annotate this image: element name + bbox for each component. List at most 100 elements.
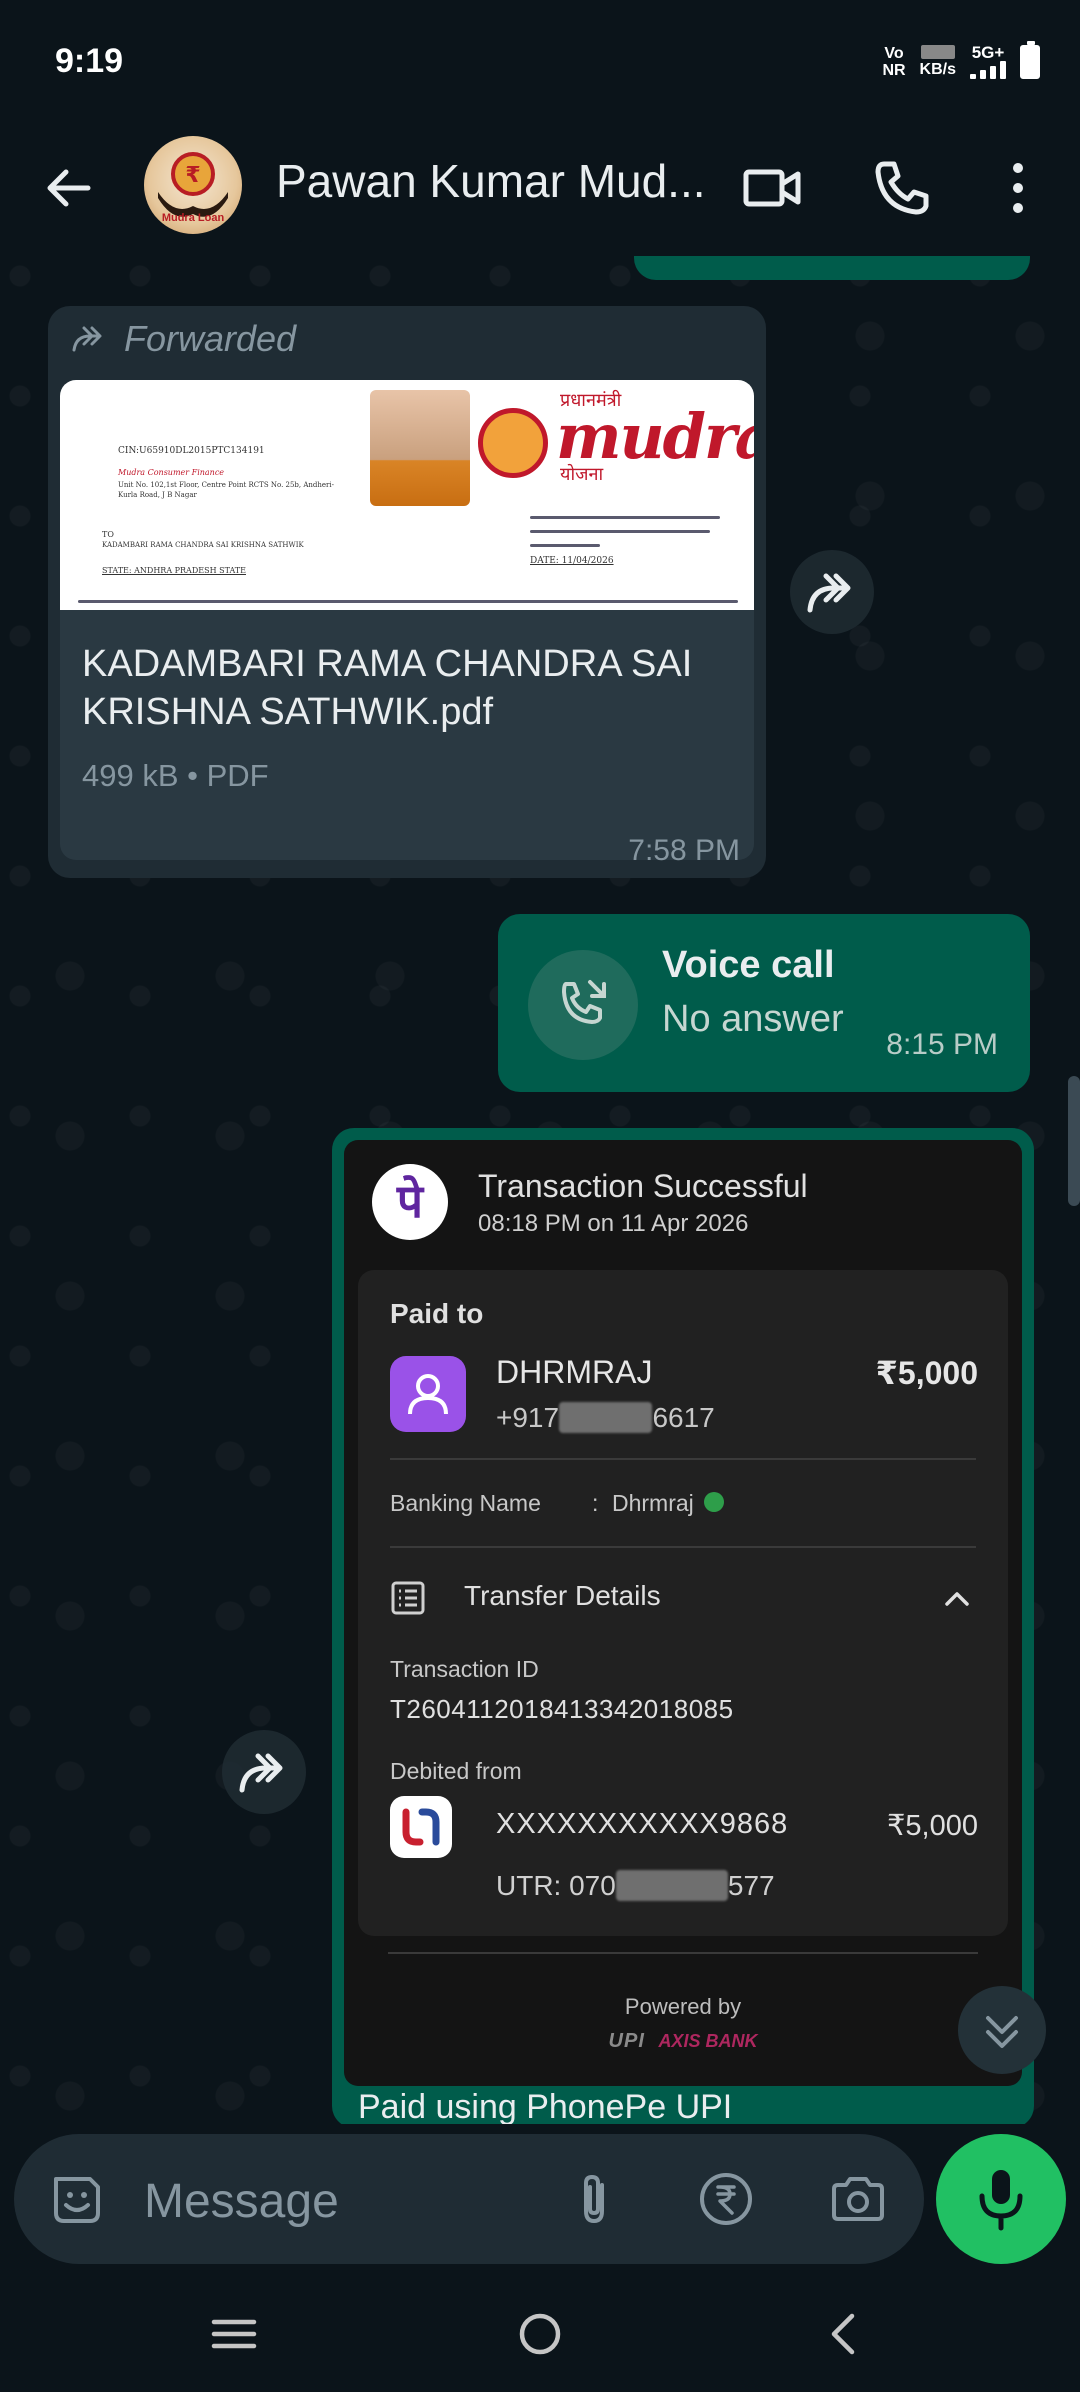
doc-line: [78, 600, 738, 603]
sticker-icon[interactable]: [44, 2167, 108, 2231]
camera-icon[interactable]: [826, 2167, 890, 2231]
document-file-name: KADAMBARI RAMA CHANDRA SAI KRISHNA SATHW…: [82, 643, 693, 733]
back-nav-icon[interactable]: [806, 2298, 886, 2370]
back-arrow-icon[interactable]: [38, 158, 98, 218]
status-time: 9:19: [55, 42, 124, 80]
payee-phone-prefix: +917: [496, 1402, 560, 1433]
transaction-id-label: Transaction ID: [390, 1656, 539, 1682]
doc-photo: [370, 390, 470, 506]
recent-apps-icon[interactable]: [194, 2298, 274, 2370]
doc-seal-icon: [478, 408, 548, 478]
voice-message-button[interactable]: [936, 2134, 1066, 2264]
transaction-image-message[interactable]: पे Transaction Successful 08:18 PM on 11…: [332, 1128, 1034, 2124]
divider: [390, 1458, 976, 1460]
volte-indicator: Vo NR: [882, 45, 905, 79]
scrollbar-thumb[interactable]: [1068, 1076, 1080, 1206]
chevron-up-icon: [945, 1592, 969, 1606]
contact-name[interactable]: Pawan Kumar Mud...: [276, 154, 706, 208]
payee-avatar-icon: [390, 1356, 466, 1432]
call-status: No answer: [662, 998, 844, 1040]
doc-line: [530, 530, 710, 533]
powered-by-label: Powered by: [624, 1994, 742, 2019]
missed-call-icon-circle: [528, 950, 638, 1060]
document-meta: 499 kB • PDF: [82, 758, 269, 793]
doc-state: STATE: ANDHRA PRADESH STATE: [102, 566, 246, 575]
forwarded-icon: [72, 326, 102, 352]
doc-company: Mudra Consumer Finance: [118, 468, 225, 477]
phonepe-logo: पे: [372, 1164, 448, 1240]
payee-phone-suffix: 6617: [652, 1402, 715, 1433]
video-call-icon[interactable]: [736, 152, 808, 224]
document-info[interactable]: KADAMBARI RAMA CHANDRA SAI KRISHNA SATHW…: [60, 610, 754, 860]
doc-cin: CIN:U65910DL2015PTC134191: [118, 446, 265, 456]
voice-call-message[interactable]: Voice call No answer 8:15 PM: [498, 914, 1030, 1092]
forward-button[interactable]: [222, 1730, 306, 1814]
signal-icon: [970, 61, 1006, 79]
divider: [388, 1952, 978, 1954]
payee-phone-redacted: XXXXX: [559, 1402, 653, 1433]
doc-line: [530, 516, 720, 519]
payee-phone: +917XXXXX6617: [496, 1402, 715, 1434]
message-composer: Message: [14, 2134, 924, 2264]
chat-area[interactable]: Forwarded CIN:U65910DL2015PTC134191 Mudr…: [0, 256, 1080, 2124]
receipt-icon: [391, 1581, 425, 1615]
doc-line: [530, 544, 600, 547]
doc-recipient: KADAMBARI RAMA CHANDRA SAI KRISHNA SATHW…: [102, 541, 304, 549]
svg-text:₹: ₹: [185, 163, 200, 188]
message-time: 8:15 PM: [886, 1028, 998, 1061]
document-preview[interactable]: CIN:U65910DL2015PTC134191 Mudra Consumer…: [60, 380, 754, 610]
paid-to-card: Paid to DHRMRAJ +917XXXXX6617 ₹5,000 Ban…: [358, 1270, 1008, 1936]
doc-to: TO: [102, 530, 114, 539]
system-navigation-bar: [0, 2276, 1080, 2392]
transaction-datetime: 08:18 PM on 11 Apr 2026: [478, 1210, 749, 1237]
double-chevron-down-icon: [986, 2016, 1018, 2048]
status-icons: Vo NR KB/s 5G+: [882, 40, 1040, 79]
partner-logos: UPI AXIS BANK: [344, 2030, 1022, 2053]
banking-name-value: Dhrmraj: [612, 1490, 694, 1516]
doc-date: DATE: 11/04/2026: [530, 556, 614, 566]
transaction-receipt[interactable]: पे Transaction Successful 08:18 PM on 11…: [344, 1140, 1022, 2086]
message-input[interactable]: Message: [144, 2174, 339, 2229]
upi-logo: UPI: [608, 2030, 645, 2052]
banking-name-label: Banking Name: [390, 1490, 541, 1516]
microphone-icon: [979, 2170, 1023, 2231]
debit-amount: ₹5,000: [886, 1810, 978, 1842]
payee-amount: ₹5,000: [875, 1355, 978, 1391]
payment-rupee-icon[interactable]: [694, 2167, 758, 2231]
paid-to-label: Paid to: [390, 1298, 484, 1329]
image-caption: Paid using PhonePe UPI: [358, 2088, 733, 2124]
more-options-icon[interactable]: [982, 152, 1054, 224]
utr-redacted: XXXXXX: [615, 1870, 728, 1901]
verified-check-icon: [704, 1492, 724, 1512]
transaction-id: T2604112018413342018085: [390, 1694, 734, 1724]
call-icon: [562, 980, 606, 1024]
transaction-title: Transaction Successful: [478, 1168, 808, 1204]
payee-name: DHRMRAJ: [496, 1354, 653, 1390]
forward-icon: [807, 573, 851, 613]
divider: [390, 1546, 976, 1548]
message-time: 7:58 PM: [628, 834, 740, 867]
forwarded-document-message[interactable]: Forwarded CIN:U65910DL2015PTC134191 Mudr…: [48, 306, 766, 878]
previous-message-bubble: [634, 256, 1030, 280]
contact-avatar[interactable]: ₹ Mudra Loan: [144, 136, 242, 234]
status-bar: 9:19 Vo NR KB/s 5G+: [0, 0, 1080, 128]
utr-number: UTR: 070XXXXXX577: [496, 1870, 775, 1902]
avatar-caption: Mudra Loan: [161, 212, 225, 224]
scroll-to-bottom-button[interactable]: [958, 1986, 1046, 2074]
forward-button[interactable]: [790, 550, 874, 634]
transfer-details-label: Transfer Details: [464, 1580, 661, 1611]
attach-icon[interactable]: [562, 2167, 626, 2231]
network-type: 5G+: [971, 43, 1005, 62]
axis-bank-logo: AXIS BANK: [658, 2031, 758, 2051]
call-title: Voice call: [662, 944, 835, 986]
union-bank-logo: [390, 1796, 452, 1858]
utr-suffix: 577: [727, 1870, 775, 1901]
battery-icon: [1020, 40, 1040, 79]
speed-value-blurred: [920, 45, 955, 59]
voice-call-icon[interactable]: [866, 152, 938, 224]
speed-unit: KB/s: [919, 61, 956, 78]
volte-top: Vo: [884, 44, 904, 62]
home-icon[interactable]: [500, 2298, 580, 2370]
doc-yojana: योजना: [560, 464, 604, 484]
speed-indicator: KB/s: [920, 45, 956, 78]
